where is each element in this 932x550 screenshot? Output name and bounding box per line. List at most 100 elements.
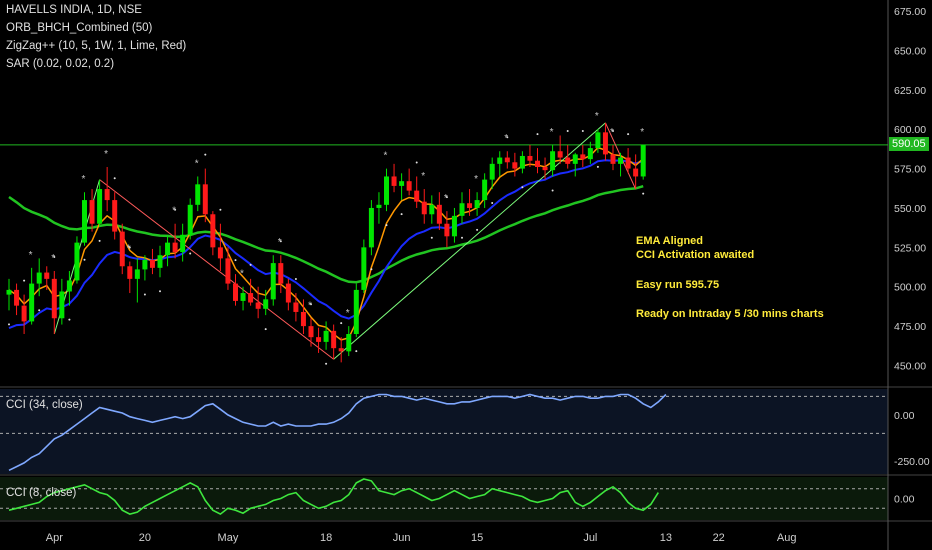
candle-body [36, 272, 42, 284]
candle-body [338, 348, 344, 352]
price-tick-label: 575.00 [894, 164, 926, 176]
pattern-marker: * [308, 300, 312, 311]
candle-body [640, 144, 646, 177]
candle-body [406, 181, 412, 191]
candle-body [519, 155, 525, 169]
candle-body [618, 157, 624, 164]
candle-body [6, 289, 12, 295]
candle-body [119, 231, 125, 267]
candle-body [157, 255, 163, 268]
pattern-marker: * [550, 127, 554, 138]
last-price-label: 590.05 [889, 136, 929, 151]
candle-body [467, 203, 473, 208]
candle-body [263, 299, 269, 309]
sar-dot [325, 362, 328, 365]
pattern-marker: * [504, 133, 508, 144]
candle-body [610, 154, 616, 164]
candle-body [74, 242, 80, 281]
candle-body [172, 242, 178, 253]
legend-indicator-sar: SAR (0.02, 0.02, 0.2) [6, 58, 115, 70]
sar-dot [294, 278, 297, 281]
candle-body [565, 157, 571, 164]
sar-dot [596, 165, 599, 168]
sar-dot [385, 224, 388, 227]
candle-body [421, 201, 427, 215]
x-tick-label: 22 [713, 532, 725, 544]
sar-dot [68, 318, 71, 321]
candle-body [595, 132, 601, 149]
pattern-marker: * [29, 250, 33, 261]
candle-body [451, 215, 457, 237]
zigzag-segment [99, 179, 334, 360]
candle-body [368, 207, 374, 248]
candle-body [557, 151, 563, 158]
candle-body [474, 200, 480, 208]
pattern-marker: * [346, 308, 350, 319]
sar-dot [159, 290, 161, 293]
candle-body [625, 157, 631, 169]
cci-tick-label: 0.00 [894, 494, 915, 506]
pattern-marker: * [240, 269, 244, 280]
candle-body [51, 278, 57, 319]
candle-body [149, 259, 155, 268]
candle-body [444, 223, 450, 237]
pattern-marker: * [421, 171, 425, 182]
pattern-marker: * [82, 174, 86, 185]
sar-dot [23, 279, 26, 282]
sar-dot [83, 258, 86, 261]
sar-dot [249, 263, 252, 266]
x-tick-label: May [218, 532, 239, 544]
pattern-marker: * [104, 149, 108, 160]
candle-body [535, 160, 540, 168]
candle-body [82, 200, 87, 243]
price-tick-label: 675.00 [894, 6, 926, 18]
sar-dot [566, 129, 569, 132]
candle-body [489, 163, 495, 180]
sar-dot [551, 189, 554, 192]
candle-body [361, 247, 367, 290]
pattern-marker: * [278, 237, 282, 248]
pattern-marker: * [610, 127, 614, 138]
candle-body [353, 289, 359, 335]
sar-dot [400, 213, 403, 216]
cci-tick-label: 0.00 [894, 410, 915, 422]
note-cci-awaited: CCI Activation awaited [636, 249, 755, 261]
candle-body [202, 184, 208, 215]
sar-dot [627, 133, 630, 136]
sar-dot [536, 133, 539, 136]
candle-body [278, 263, 284, 284]
candle-body [316, 337, 322, 342]
sar-dot [642, 192, 645, 195]
sar-dot [355, 350, 358, 353]
pattern-marker: * [640, 127, 644, 138]
candle-body [285, 283, 291, 303]
candle-body [248, 293, 254, 303]
candle-body [572, 154, 578, 164]
pattern-marker: * [51, 253, 55, 264]
candle-body [127, 266, 133, 279]
x-tick-label: 18 [320, 532, 332, 544]
ema-fast-line [8, 146, 644, 341]
sar-dot [521, 186, 524, 189]
candle-body [66, 280, 72, 292]
sar-dot [189, 252, 192, 255]
chart-canvas[interactable]: 675.00 650.00 625.00 600.00 575.00 550.00 525.… [0, 0, 932, 550]
legend-cci8: CCI (8, close) [6, 487, 77, 499]
candle-body [134, 269, 140, 279]
ema-slow-line [8, 184, 644, 284]
x-tick-label: Jun [393, 532, 411, 544]
x-tick-label: 15 [471, 532, 483, 544]
sar-dot [98, 239, 101, 242]
candle-body [414, 190, 420, 202]
candle-body [602, 132, 608, 155]
pattern-marker: * [384, 151, 388, 162]
candle-body [542, 167, 548, 171]
candle-body [14, 289, 20, 306]
sar-dot [430, 236, 433, 239]
candle-body [255, 302, 261, 309]
x-tick-label: Aug [777, 532, 797, 544]
candle-body [180, 234, 186, 253]
legend-cci34: CCI (34, close) [6, 399, 83, 411]
note-intraday: Ready on Intraday 5 /30 mins charts [636, 308, 824, 320]
candle-body [482, 179, 488, 201]
